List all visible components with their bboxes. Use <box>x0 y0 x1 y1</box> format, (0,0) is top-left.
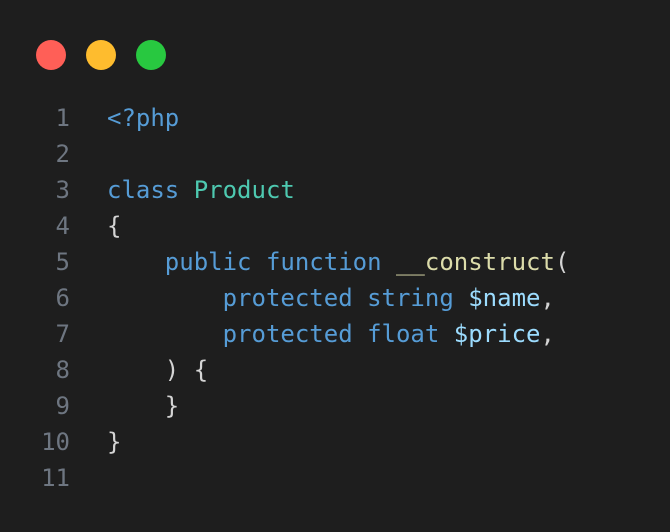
code-line: 9 } <box>0 388 569 424</box>
code-token-class: Product <box>193 176 295 204</box>
line-number: 9 <box>55 392 70 420</box>
line-number: 5 <box>55 248 70 276</box>
code-token-var: $price <box>453 320 541 348</box>
code-line: 1 <?php <box>0 100 569 136</box>
line-number: 6 <box>55 284 70 312</box>
code-line: 3 class Product <box>0 172 569 208</box>
code-token-punct: } <box>107 392 180 420</box>
code-line: 11 <box>0 460 569 496</box>
code-token-var: $name <box>468 284 541 312</box>
window-controls <box>36 40 166 70</box>
code-line: 4{ <box>0 208 569 244</box>
code-token-keyword: <?php <box>107 104 180 132</box>
line-content: public function __construct( <box>70 244 570 280</box>
code-token-punct: ( <box>554 248 570 276</box>
line-content <box>70 460 107 496</box>
code-token-punct: } <box>107 428 122 456</box>
code-token-keyword: class <box>107 176 194 204</box>
code-line: 7 protected float $price, <box>0 316 569 352</box>
maximize-button[interactable] <box>136 40 166 70</box>
code-token-punct: ) { <box>107 356 209 384</box>
line-content: } <box>70 388 179 424</box>
code-token-func: __construct <box>395 248 555 276</box>
code-token-keyword: protected string <box>107 284 469 312</box>
line-number: 11 <box>41 464 70 492</box>
line-content <box>70 136 107 172</box>
close-button[interactable] <box>36 40 66 70</box>
code-token-punct: , <box>540 320 555 348</box>
code-window: 1 <?php 2 3 class Product 4{5 public function… <box>0 0 670 532</box>
line-content: protected float $price, <box>70 316 555 352</box>
code-line: 5 public function __construct( <box>0 244 570 280</box>
code-line: 10} <box>0 424 569 460</box>
line-number: 3 <box>55 176 70 204</box>
line-number: 7 <box>55 320 70 348</box>
line-content: ) { <box>70 352 208 388</box>
code-token-keyword: public function <box>107 248 396 276</box>
line-number: 2 <box>55 140 70 168</box>
line-content: } <box>70 424 121 460</box>
line-content: <?php <box>70 100 179 136</box>
line-content: protected string $name, <box>70 280 555 316</box>
line-number: 1 <box>55 104 70 132</box>
code-line: 6 protected string $name, <box>0 280 569 316</box>
code-block: 1 <?php 2 3 class Product 4{5 public function… <box>0 100 569 496</box>
line-number: 4 <box>55 212 70 240</box>
line-content: class Product <box>70 172 295 208</box>
code-token-punct: , <box>540 284 555 312</box>
code-token-keyword: protected float <box>107 320 454 348</box>
line-number: 10 <box>41 428 70 456</box>
line-number: 8 <box>55 356 70 384</box>
line-content: { <box>70 208 121 244</box>
code-line: 8 ) { <box>0 352 569 388</box>
minimize-button[interactable] <box>86 40 116 70</box>
code-token-punct: { <box>107 212 122 240</box>
code-line: 2 <box>0 136 569 172</box>
